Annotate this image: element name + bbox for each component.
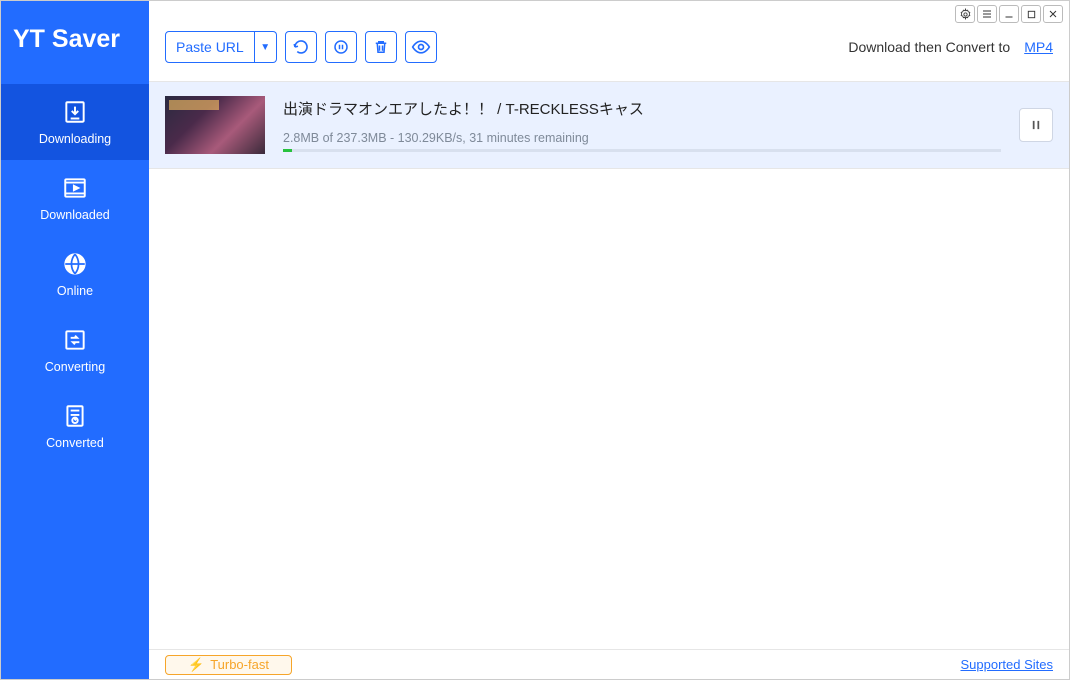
download-list: 出演ドラマオンエアしたよ！！ / T-RECKLESSキャス 2.8MB of … <box>149 82 1069 649</box>
sidebar-item-downloading[interactable]: Downloading <box>1 84 149 160</box>
download-progress-bar <box>283 149 292 152</box>
convert-label: Download then Convert to <box>848 39 1010 55</box>
minimize-button[interactable] <box>999 5 1019 23</box>
supported-sites-link[interactable]: Supported Sites <box>960 657 1053 672</box>
download-title: 出演ドラマオンエアしたよ！！ / T-RECKLESSキャス <box>283 98 1001 119</box>
sidebar-item-online[interactable]: Online <box>1 236 149 312</box>
menu-button[interactable] <box>977 5 997 23</box>
maximize-button[interactable] <box>1021 5 1041 23</box>
delete-button[interactable] <box>365 31 397 63</box>
sidebar-item-converted[interactable]: Converted <box>1 388 149 464</box>
download-thumbnail <box>165 96 265 154</box>
bolt-icon: ⚡ <box>188 657 204 673</box>
app-brand: YT Saver <box>1 1 149 84</box>
sidebar: YT Saver Downloading Downloaded Online <box>1 1 149 679</box>
convert-icon <box>61 326 89 354</box>
turbo-label: Turbo-fast <box>210 657 269 672</box>
download-status: 2.8MB of 237.3MB - 130.29KB/s, 31 minute… <box>283 131 1001 145</box>
download-progress-track <box>283 149 1001 152</box>
download-item: 出演ドラマオンエアしたよ！！ / T-RECKLESSキャス 2.8MB of … <box>149 82 1069 169</box>
refresh-button[interactable] <box>285 31 317 63</box>
download-icon <box>61 98 89 126</box>
sidebar-item-converting[interactable]: Converting <box>1 312 149 388</box>
sidebar-item-label: Converting <box>45 360 105 374</box>
toolbar: Paste URL ▼ Download then Convert to MP4 <box>149 1 1069 82</box>
sidebar-item-downloaded[interactable]: Downloaded <box>1 160 149 236</box>
sidebar-item-label: Downloaded <box>40 208 110 222</box>
main-panel: Paste URL ▼ Download then Convert to MP4 <box>149 1 1069 679</box>
paste-url-group: Paste URL ▼ <box>165 31 277 63</box>
sidebar-item-label: Downloading <box>39 132 111 146</box>
pause-download-button[interactable] <box>1019 108 1053 142</box>
paste-url-dropdown[interactable]: ▼ <box>255 31 277 63</box>
window-controls <box>955 5 1063 23</box>
sidebar-item-label: Online <box>57 284 93 298</box>
download-info: 出演ドラマオンエアしたよ！！ / T-RECKLESSキャス 2.8MB of … <box>283 98 1001 152</box>
converted-file-icon <box>61 402 89 430</box>
sidebar-item-label: Converted <box>46 436 104 450</box>
convert-format-link[interactable]: MP4 <box>1024 39 1053 55</box>
globe-icon <box>61 250 89 278</box>
turbo-fast-button[interactable]: ⚡ Turbo-fast <box>165 655 292 675</box>
pause-all-button[interactable] <box>325 31 357 63</box>
settings-button[interactable] <box>955 5 975 23</box>
close-button[interactable] <box>1043 5 1063 23</box>
footer: ⚡ Turbo-fast Supported Sites <box>149 649 1069 679</box>
video-file-icon <box>61 174 89 202</box>
preview-button[interactable] <box>405 31 437 63</box>
paste-url-button[interactable]: Paste URL <box>165 31 255 63</box>
sidebar-nav: Downloading Downloaded Online Converting <box>1 84 149 464</box>
